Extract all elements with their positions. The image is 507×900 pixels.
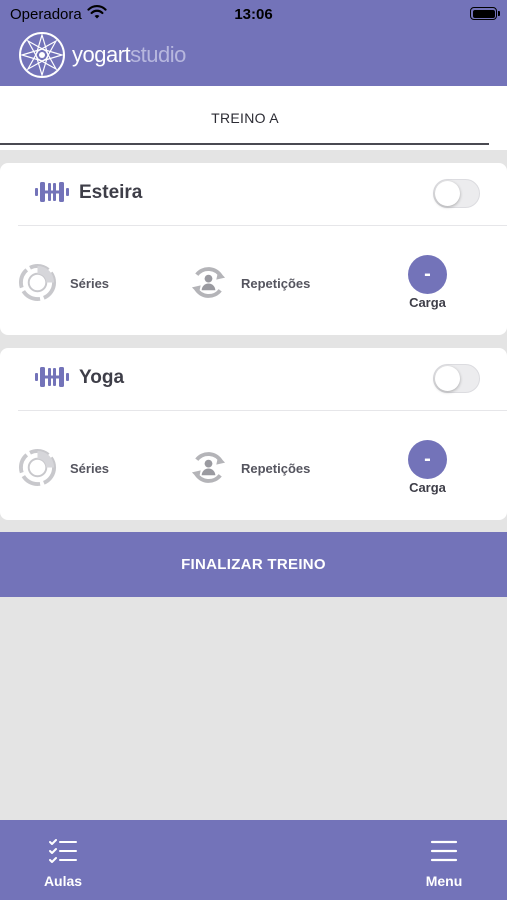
tab-treino-a[interactable]: TREINO A — [0, 110, 490, 126]
repetitions-icon — [189, 263, 228, 307]
series-icon — [18, 263, 57, 307]
battery-icon — [470, 7, 500, 20]
brand-name-main: yogart — [72, 42, 131, 67]
nav-label-aulas: Aulas — [43, 873, 83, 889]
exercise-card-header: Esteira — [0, 163, 507, 225]
brand-logo: yogartstudio — [18, 31, 186, 79]
app-header: yogartstudio — [0, 28, 507, 86]
tab-underline-indicator — [0, 143, 489, 145]
brand-name-sub: studio — [130, 42, 186, 67]
finish-workout-button[interactable]: FINALIZAR TREINO — [0, 532, 507, 597]
repetitions-icon — [189, 448, 228, 492]
nav-label-menu: Menu — [425, 873, 463, 889]
workout-tab-bar: TREINO A — [0, 86, 507, 150]
exercise-name: Esteira — [79, 182, 143, 203]
lotus-logo-icon — [19, 32, 65, 78]
series-icon — [18, 448, 57, 492]
exercise-done-toggle[interactable] — [433, 179, 480, 208]
nav-item-aulas[interactable]: Aulas — [18, 820, 108, 900]
dumbbell-icon — [35, 365, 69, 394]
exercise-name: Yoga — [79, 367, 125, 388]
divider — [18, 225, 507, 226]
series-label: Séries — [70, 276, 110, 291]
carga-label: Carga — [409, 480, 446, 495]
repetitions-label: Repetições — [241, 276, 311, 291]
carga-label: Carga — [409, 295, 446, 310]
carga-button[interactable]: - — [408, 440, 447, 479]
nav-item-menu[interactable]: Menu — [399, 820, 489, 900]
carga-button[interactable]: - — [408, 255, 447, 294]
hamburger-menu-icon — [399, 839, 489, 863]
repetitions-label: Repetições — [241, 461, 311, 476]
status-bar: Operadora 13:06 — [0, 0, 507, 28]
status-time: 13:06 — [234, 6, 273, 23]
dumbbell-icon — [35, 180, 69, 209]
exercise-card-header: Yoga — [0, 348, 507, 410]
divider — [18, 410, 507, 411]
exercise-done-toggle[interactable] — [433, 364, 480, 393]
series-label: Séries — [70, 461, 110, 476]
checklist-icon — [18, 839, 108, 863]
exercise-card: Esteira Séries Repetições - Carga — [0, 163, 507, 335]
exercise-card: Yoga Séries Repetições - Carga — [0, 348, 507, 520]
bottom-navigation: Aulas Menu — [0, 820, 507, 900]
brand-name: yogartstudio — [72, 42, 186, 68]
